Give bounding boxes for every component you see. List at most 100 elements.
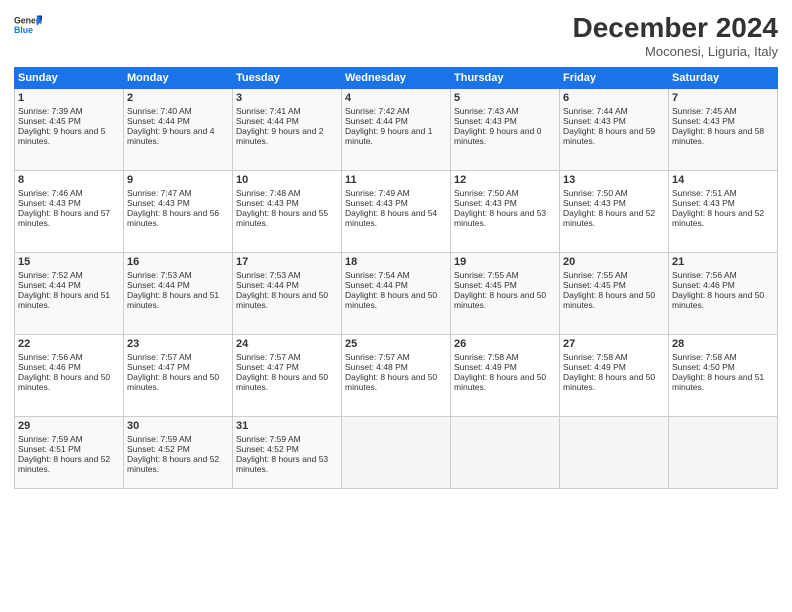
day-number: 1 <box>18 92 120 104</box>
sunset-text: Sunset: 4:43 PM <box>127 198 190 208</box>
day-number: 30 <box>127 420 229 432</box>
sunset-text: Sunset: 4:49 PM <box>454 362 517 372</box>
calendar-cell: 16Sunrise: 7:53 AMSunset: 4:44 PMDayligh… <box>124 253 233 335</box>
location-subtitle: Moconesi, Liguria, Italy <box>573 44 778 59</box>
calendar-cell: 5Sunrise: 7:43 AMSunset: 4:43 PMDaylight… <box>451 89 560 171</box>
sunrise-text: Sunrise: 7:58 AM <box>672 352 737 362</box>
month-title: December 2024 <box>573 12 778 44</box>
calendar-cell: 26Sunrise: 7:58 AMSunset: 4:49 PMDayligh… <box>451 335 560 417</box>
calendar-cell: 18Sunrise: 7:54 AMSunset: 4:44 PMDayligh… <box>342 253 451 335</box>
calendar-cell: 10Sunrise: 7:48 AMSunset: 4:43 PMDayligh… <box>233 171 342 253</box>
title-area: December 2024 Moconesi, Liguria, Italy <box>573 12 778 59</box>
days-header-row: Sunday Monday Tuesday Wednesday Thursday… <box>15 68 778 89</box>
calendar-week-row: 22Sunrise: 7:56 AMSunset: 4:46 PMDayligh… <box>15 335 778 417</box>
sunset-text: Sunset: 4:52 PM <box>127 444 190 454</box>
daylight-text: Daylight: 8 hours and 52 minutes. <box>563 208 655 228</box>
day-number: 27 <box>563 338 665 350</box>
daylight-text: Daylight: 9 hours and 5 minutes. <box>18 126 105 146</box>
sunset-text: Sunset: 4:43 PM <box>345 198 408 208</box>
sunset-text: Sunset: 4:46 PM <box>18 362 81 372</box>
daylight-text: Daylight: 8 hours and 58 minutes. <box>672 126 764 146</box>
day-number: 3 <box>236 92 338 104</box>
sunset-text: Sunset: 4:44 PM <box>236 116 299 126</box>
logo: General Blue <box>14 12 42 40</box>
calendar-cell: 3Sunrise: 7:41 AMSunset: 4:44 PMDaylight… <box>233 89 342 171</box>
daylight-text: Daylight: 8 hours and 52 minutes. <box>18 454 110 474</box>
calendar-cell: 27Sunrise: 7:58 AMSunset: 4:49 PMDayligh… <box>560 335 669 417</box>
daylight-text: Daylight: 8 hours and 50 minutes. <box>127 372 219 392</box>
calendar-cell: 22Sunrise: 7:56 AMSunset: 4:46 PMDayligh… <box>15 335 124 417</box>
sunset-text: Sunset: 4:43 PM <box>18 198 81 208</box>
calendar-cell <box>560 417 669 489</box>
calendar-week-row: 8Sunrise: 7:46 AMSunset: 4:43 PMDaylight… <box>15 171 778 253</box>
sunrise-text: Sunrise: 7:47 AM <box>127 188 192 198</box>
day-number: 18 <box>345 256 447 268</box>
sunrise-text: Sunrise: 7:44 AM <box>563 106 628 116</box>
daylight-text: Daylight: 8 hours and 55 minutes. <box>236 208 328 228</box>
day-number: 19 <box>454 256 556 268</box>
logo-icon: General Blue <box>14 12 42 40</box>
sunrise-text: Sunrise: 7:57 AM <box>345 352 410 362</box>
sunset-text: Sunset: 4:43 PM <box>672 198 735 208</box>
daylight-text: Daylight: 8 hours and 53 minutes. <box>454 208 546 228</box>
day-number: 17 <box>236 256 338 268</box>
day-number: 16 <box>127 256 229 268</box>
daylight-text: Daylight: 8 hours and 51 minutes. <box>672 372 764 392</box>
sunset-text: Sunset: 4:43 PM <box>454 116 517 126</box>
daylight-text: Daylight: 8 hours and 52 minutes. <box>672 208 764 228</box>
calendar-cell: 24Sunrise: 7:57 AMSunset: 4:47 PMDayligh… <box>233 335 342 417</box>
calendar-cell: 12Sunrise: 7:50 AMSunset: 4:43 PMDayligh… <box>451 171 560 253</box>
sunrise-text: Sunrise: 7:45 AM <box>672 106 737 116</box>
calendar-cell: 11Sunrise: 7:49 AMSunset: 4:43 PMDayligh… <box>342 171 451 253</box>
sunrise-text: Sunrise: 7:59 AM <box>127 434 192 444</box>
daylight-text: Daylight: 8 hours and 57 minutes. <box>18 208 110 228</box>
sunrise-text: Sunrise: 7:58 AM <box>454 352 519 362</box>
sunset-text: Sunset: 4:47 PM <box>127 362 190 372</box>
daylight-text: Daylight: 8 hours and 54 minutes. <box>345 208 437 228</box>
sunset-text: Sunset: 4:48 PM <box>345 362 408 372</box>
sunset-text: Sunset: 4:51 PM <box>18 444 81 454</box>
day-number: 13 <box>563 174 665 186</box>
daylight-text: Daylight: 8 hours and 53 minutes. <box>236 454 328 474</box>
daylight-text: Daylight: 8 hours and 51 minutes. <box>18 290 110 310</box>
svg-text:Blue: Blue <box>14 25 33 35</box>
sunset-text: Sunset: 4:52 PM <box>236 444 299 454</box>
day-number: 15 <box>18 256 120 268</box>
sunset-text: Sunset: 4:43 PM <box>236 198 299 208</box>
daylight-text: Daylight: 9 hours and 1 minute. <box>345 126 432 146</box>
sunrise-text: Sunrise: 7:55 AM <box>563 270 628 280</box>
day-number: 6 <box>563 92 665 104</box>
sunrise-text: Sunrise: 7:59 AM <box>236 434 301 444</box>
calendar-cell: 28Sunrise: 7:58 AMSunset: 4:50 PMDayligh… <box>669 335 778 417</box>
sunset-text: Sunset: 4:44 PM <box>127 280 190 290</box>
header-tuesday: Tuesday <box>233 68 342 89</box>
calendar-header: General Blue December 2024 Moconesi, Lig… <box>14 12 778 59</box>
day-number: 21 <box>672 256 774 268</box>
daylight-text: Daylight: 8 hours and 50 minutes. <box>672 290 764 310</box>
day-number: 26 <box>454 338 556 350</box>
calendar-week-row: 15Sunrise: 7:52 AMSunset: 4:44 PMDayligh… <box>15 253 778 335</box>
calendar-cell: 20Sunrise: 7:55 AMSunset: 4:45 PMDayligh… <box>560 253 669 335</box>
daylight-text: Daylight: 8 hours and 50 minutes. <box>454 290 546 310</box>
sunset-text: Sunset: 4:46 PM <box>672 280 735 290</box>
sunset-text: Sunset: 4:45 PM <box>454 280 517 290</box>
day-number: 5 <box>454 92 556 104</box>
day-number: 25 <box>345 338 447 350</box>
daylight-text: Daylight: 8 hours and 56 minutes. <box>127 208 219 228</box>
day-number: 8 <box>18 174 120 186</box>
sunset-text: Sunset: 4:44 PM <box>236 280 299 290</box>
sunrise-text: Sunrise: 7:57 AM <box>127 352 192 362</box>
sunset-text: Sunset: 4:43 PM <box>672 116 735 126</box>
sunrise-text: Sunrise: 7:56 AM <box>672 270 737 280</box>
daylight-text: Daylight: 9 hours and 0 minutes. <box>454 126 541 146</box>
sunset-text: Sunset: 4:44 PM <box>18 280 81 290</box>
day-number: 4 <box>345 92 447 104</box>
calendar-container: General Blue December 2024 Moconesi, Lig… <box>0 0 792 612</box>
sunrise-text: Sunrise: 7:49 AM <box>345 188 410 198</box>
calendar-cell: 2Sunrise: 7:40 AMSunset: 4:44 PMDaylight… <box>124 89 233 171</box>
sunset-text: Sunset: 4:44 PM <box>127 116 190 126</box>
sunset-text: Sunset: 4:44 PM <box>345 280 408 290</box>
calendar-cell: 29Sunrise: 7:59 AMSunset: 4:51 PMDayligh… <box>15 417 124 489</box>
sunrise-text: Sunrise: 7:50 AM <box>563 188 628 198</box>
calendar-cell: 25Sunrise: 7:57 AMSunset: 4:48 PMDayligh… <box>342 335 451 417</box>
